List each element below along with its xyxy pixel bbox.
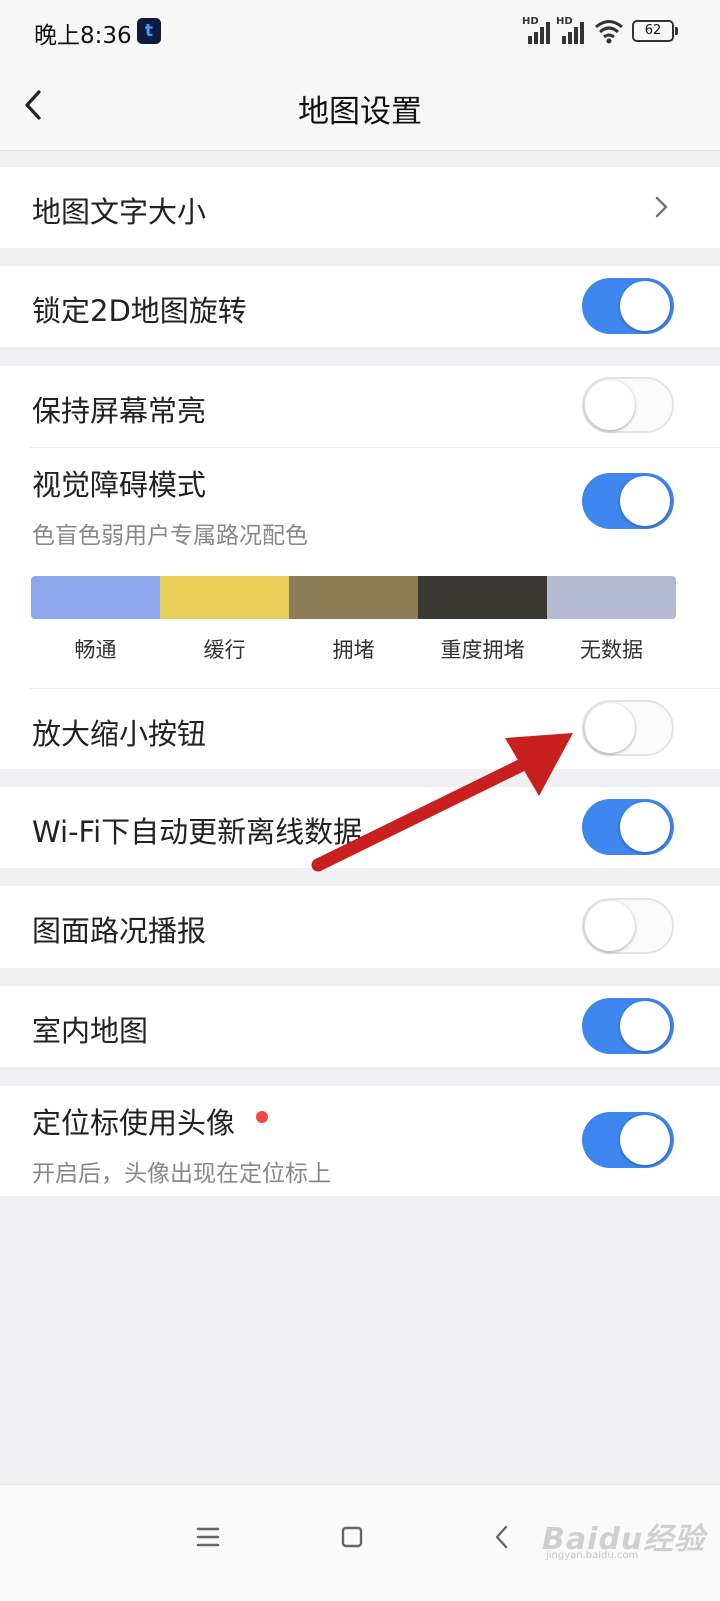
zoom-buttons-label: 放大缩小按钮 bbox=[32, 717, 207, 751]
indoor-map-label: 室内地图 bbox=[32, 1014, 149, 1048]
zoom-buttons-toggle[interactable] bbox=[582, 700, 674, 756]
legend-color-segment bbox=[418, 576, 547, 619]
accessibility-mode-label: 视觉障碍模式 bbox=[32, 468, 207, 502]
legend-label: 缓行 bbox=[203, 638, 246, 662]
text-size-row[interactable]: 地图文字大小 bbox=[0, 167, 720, 248]
avatar-marker-label: 定位标使用头像 bbox=[32, 1106, 236, 1140]
settings-group-lock-2d: 锁定2D地图旋转 bbox=[0, 266, 720, 347]
indoor-map-toggle[interactable] bbox=[582, 998, 674, 1054]
toggle-knob bbox=[620, 1115, 670, 1165]
baidu-watermark: Baidu经验 jingyan.baidu.com bbox=[542, 1504, 707, 1564]
lock-2d-toggle[interactable] bbox=[582, 278, 674, 334]
lock-2d-label: 锁定2D地图旋转 bbox=[32, 294, 247, 328]
legend-label: 无数据 bbox=[580, 638, 643, 662]
legend-color-segment bbox=[31, 576, 160, 619]
keep-screen-on-label: 保持屏幕常亮 bbox=[32, 394, 207, 428]
cellular-signal-icon: HD bbox=[556, 16, 586, 44]
toggle-knob bbox=[620, 802, 670, 852]
hd-label: HD bbox=[556, 16, 573, 27]
wifi-icon bbox=[595, 20, 623, 44]
traffic-broadcast-label: 图面路况播报 bbox=[32, 914, 207, 948]
toggle-knob bbox=[620, 476, 670, 526]
cellular-signal-icon: HD bbox=[522, 16, 552, 44]
legend-label: 拥堵 bbox=[332, 638, 375, 662]
avatar-marker-description: 开启后，头像出现在定位标上 bbox=[32, 1161, 331, 1187]
toggle-knob bbox=[585, 703, 635, 753]
keep-screen-on-row: 保持屏幕常亮 bbox=[0, 366, 720, 447]
indoor-map-row: 室内地图 bbox=[0, 986, 720, 1067]
chevron-right-icon bbox=[655, 196, 668, 218]
wifi-update-toggle[interactable] bbox=[582, 799, 674, 855]
watermark-url: jingyan.baidu.com bbox=[546, 1550, 639, 1561]
legend-color-segment bbox=[289, 576, 418, 619]
text-size-label: 地图文字大小 bbox=[32, 195, 207, 229]
settings-group-text-size: 地图文字大小 bbox=[0, 167, 720, 248]
traffic-legend-labels: 畅通 缓行 拥堵 重度拥堵 无数据 bbox=[31, 634, 676, 664]
traffic-color-legend bbox=[31, 576, 676, 619]
title-bar: 地图设置 bbox=[0, 64, 720, 151]
settings-group-traffic-broadcast: 图面路况播报 bbox=[0, 886, 720, 968]
toggle-knob bbox=[585, 380, 635, 430]
status-time: 晚上8:36 bbox=[34, 23, 132, 49]
lock-2d-row: 锁定2D地图旋转 bbox=[0, 266, 720, 347]
toggle-knob bbox=[585, 901, 635, 951]
legend-color-segment bbox=[160, 576, 289, 619]
traffic-broadcast-row: 图面路况播报 bbox=[0, 886, 720, 968]
legend-label: 畅通 bbox=[74, 638, 117, 662]
avatar-marker-row: 定位标使用头像 开启后，头像出现在定位标上 bbox=[0, 1086, 720, 1196]
settings-group-indoor-map: 室内地图 bbox=[0, 986, 720, 1067]
legend-label: 重度拥堵 bbox=[440, 638, 525, 662]
traffic-broadcast-toggle[interactable] bbox=[582, 898, 674, 954]
settings-group-wifi-update: Wi-Fi下自动更新离线数据 bbox=[0, 787, 720, 868]
back-nav-icon[interactable] bbox=[482, 1517, 522, 1557]
settings-group-avatar-marker: 定位标使用头像 开启后，头像出现在定位标上 bbox=[0, 1086, 720, 1196]
home-icon[interactable] bbox=[332, 1517, 372, 1557]
accessibility-mode-description: 色盲色弱用户专属路况配色 bbox=[32, 523, 308, 549]
keep-screen-on-toggle[interactable] bbox=[582, 377, 674, 433]
wifi-update-row: Wi-Fi下自动更新离线数据 bbox=[0, 787, 720, 868]
toggle-knob bbox=[620, 1001, 670, 1051]
new-badge-dot bbox=[256, 1111, 268, 1123]
wifi-update-label: Wi-Fi下自动更新离线数据 bbox=[32, 815, 363, 849]
status-bar: 晚上8:36 t HD HD 62 bbox=[0, 0, 720, 64]
zoom-buttons-row: 放大缩小按钮 bbox=[0, 689, 720, 769]
settings-group-display: 保持屏幕常亮 视觉障碍模式 色盲色弱用户专属路况配色 畅通 缓行 拥堵 重度拥堵 无数据… bbox=[0, 366, 720, 769]
legend-color-segment bbox=[547, 576, 676, 619]
hd-label: HD bbox=[522, 16, 539, 27]
page-title: 地图设置 bbox=[298, 94, 422, 130]
carrier-icon: t bbox=[137, 18, 161, 44]
accessibility-mode-toggle[interactable] bbox=[582, 473, 674, 529]
battery-icon: 62 bbox=[632, 20, 678, 42]
avatar-marker-toggle[interactable] bbox=[582, 1112, 674, 1168]
menu-icon[interactable] bbox=[188, 1517, 228, 1557]
toggle-knob bbox=[620, 281, 670, 331]
